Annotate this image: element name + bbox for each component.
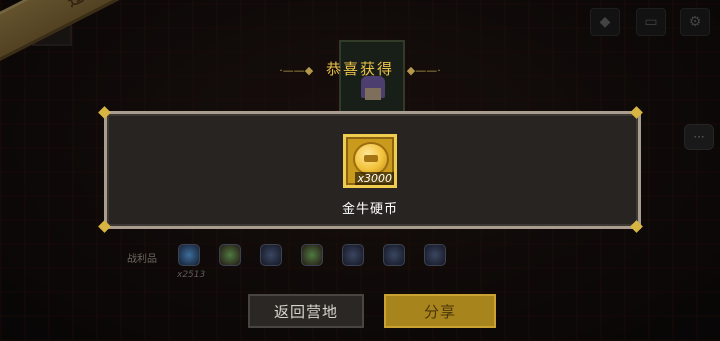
return-to-camp-button[interactable]: 返回营地 xyxy=(248,294,364,328)
green-pot-icon[interactable] xyxy=(219,244,241,266)
loot-first-count: x2513 xyxy=(177,270,206,280)
green-pot-icon[interactable] xyxy=(301,244,323,266)
dark-armor-icon[interactable] xyxy=(383,244,405,266)
reward-item-name: 金牛硬币 xyxy=(341,202,398,217)
coin-ox-face xyxy=(364,155,378,162)
share-button[interactable]: 分享 xyxy=(384,294,496,328)
reward-quantity: x3000 xyxy=(355,172,394,185)
title-decoration-right: ◆——· xyxy=(406,64,441,77)
dark-armor-icon[interactable] xyxy=(424,244,446,266)
dark-armor-icon[interactable] xyxy=(260,244,282,266)
gold-ox-coin-icon xyxy=(353,142,389,176)
title-decoration-left: ·——◆ xyxy=(279,64,314,77)
reward-item-slot[interactable]: x3000 xyxy=(343,134,397,188)
blue-gem-icon[interactable] xyxy=(178,244,200,266)
dark-armor-icon[interactable] xyxy=(342,244,364,266)
loot-label: 战利品 xyxy=(127,254,157,265)
popup-title-text: 恭喜获得 xyxy=(325,60,394,78)
popup-title: ·——◆ 恭喜获得 ◆——· xyxy=(0,58,720,79)
